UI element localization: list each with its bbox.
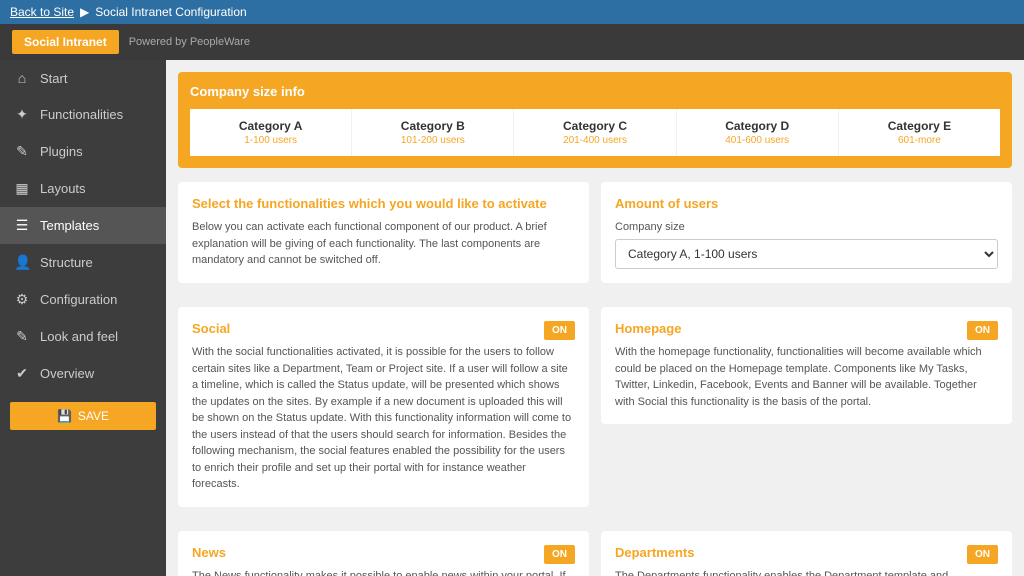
cat-range: 101-200 users [360, 135, 505, 146]
sidebar-item-look-feel[interactable]: ✎ Look and feel [0, 318, 166, 355]
feature-row-1: Social ON With the social functionalitie… [178, 307, 1012, 519]
cat-name: Category B [360, 119, 505, 133]
sidebar-item-plugins[interactable]: ✎ Plugins [0, 133, 166, 170]
amount-title: Amount of users [615, 196, 998, 211]
sidebar-item-overview[interactable]: ✔ Overview [0, 355, 166, 392]
homepage-panel: Homepage ON With the homepage functional… [601, 307, 1012, 424]
content-area: Company size info Category A1-100 usersC… [166, 60, 1024, 576]
company-size-label: Company size [615, 221, 998, 233]
company-cat-category-a[interactable]: Category A 1-100 users [190, 109, 352, 156]
company-cat-category-b[interactable]: Category B 101-200 users [352, 109, 514, 156]
sidebar-label-plugins: Plugins [40, 144, 83, 159]
sidebar: ⌂ Start ✦ Functionalities ✎ Plugins ▦ Layouts ☰ T… [0, 60, 166, 576]
save-icon: 💾 [57, 409, 72, 423]
layouts-icon: ▦ [14, 180, 30, 197]
sidebar-label-layouts: Layouts [40, 181, 86, 196]
sidebar-label-templates: Templates [40, 218, 99, 233]
save-label: SAVE [78, 409, 109, 423]
sidebar-label-configuration: Configuration [40, 292, 117, 307]
configuration-icon: ⚙ [14, 291, 30, 308]
company-cat-category-e[interactable]: Category E 601-more [839, 109, 1000, 156]
social-panel: Social ON With the social functionalitie… [178, 307, 589, 507]
sidebar-item-layouts[interactable]: ▦ Layouts [0, 170, 166, 207]
cat-range: 601-more [847, 135, 992, 146]
departments-title: Departments [615, 545, 998, 560]
powered-by-label: Powered by PeopleWare [129, 36, 250, 48]
sidebar-label-start: Start [40, 71, 67, 86]
company-cat-category-d[interactable]: Category D 401-600 users [677, 109, 839, 156]
company-size-select[interactable]: Category A, 1-100 usersCategory B, 101-2… [615, 239, 998, 269]
company-banner-title: Company size info [190, 84, 1000, 99]
feature-row-2: News ON The News functionality makes it … [178, 531, 1012, 576]
cat-name: Category E [847, 119, 992, 133]
select-panel-col: Select the functionalities which you wou… [178, 182, 589, 295]
functionalities-icon: ✦ [14, 106, 30, 123]
departments-toggle[interactable]: ON [967, 545, 998, 564]
homepage-title: Homepage [615, 321, 998, 336]
select-panel: Select the functionalities which you wou… [178, 182, 589, 283]
sidebar-item-configuration[interactable]: ⚙ Configuration [0, 281, 166, 318]
company-size-banner: Company size info Category A1-100 usersC… [178, 72, 1012, 168]
breadcrumb-separator: ▶ [80, 5, 89, 19]
logo-button[interactable]: Social Intranet [12, 30, 119, 54]
start-icon: ⌂ [14, 70, 30, 86]
social-col: Social ON With the social functionalitie… [178, 307, 589, 519]
departments-col: Departments ON The Departments functiona… [601, 531, 1012, 576]
cat-range: 201-400 users [522, 135, 667, 146]
homepage-desc: With the homepage functionality, functio… [615, 344, 998, 410]
news-col: News ON The News functionality makes it … [178, 531, 589, 576]
news-title: News [192, 545, 575, 560]
company-cat-category-c[interactable]: Category C 201-400 users [514, 109, 676, 156]
plugins-icon: ✎ [14, 143, 30, 160]
topbar: Back to Site ▶ Social Intranet Configura… [0, 0, 1024, 24]
cat-range: 401-600 users [685, 135, 830, 146]
sidebar-label-functionalities: Functionalities [40, 107, 123, 122]
homepage-col: Homepage ON With the homepage functional… [601, 307, 1012, 519]
company-categories: Category A 1-100 users Category B 101-200 u… [190, 109, 1000, 156]
templates-icon: ☰ [14, 217, 30, 234]
news-desc: The News functionality makes it possible… [192, 568, 575, 576]
sidebar-label-look-feel: Look and feel [40, 329, 118, 344]
save-button[interactable]: 💾 SAVE [10, 402, 156, 430]
social-toggle[interactable]: ON [544, 321, 575, 340]
cat-name: Category C [522, 119, 667, 133]
homepage-toggle[interactable]: ON [967, 321, 998, 340]
amount-panel: Amount of users Company size Category A,… [601, 182, 1012, 283]
select-panel-title: Select the functionalities which you wou… [192, 196, 575, 211]
sidebar-item-templates[interactable]: ☰ Templates [0, 207, 166, 244]
sidebar-item-functionalities[interactable]: ✦ Functionalities [0, 96, 166, 133]
news-toggle[interactable]: ON [544, 545, 575, 564]
top-two-col: Select the functionalities which you wou… [178, 182, 1012, 295]
departments-desc: The Departments functionality enables th… [615, 568, 998, 576]
amount-panel-col: Amount of users Company size Category A,… [601, 182, 1012, 295]
social-title: Social [192, 321, 575, 336]
sidebar-item-structure[interactable]: 👤 Structure [0, 244, 166, 281]
main-layout: ⌂ Start ✦ Functionalities ✎ Plugins ▦ Layouts ☰ T… [0, 60, 1024, 576]
departments-panel: Departments ON The Departments functiona… [601, 531, 1012, 576]
cat-name: Category A [198, 119, 343, 133]
back-to-site-link[interactable]: Back to Site [10, 5, 74, 19]
sidebar-label-overview: Overview [40, 366, 94, 381]
config-label: Social Intranet Configuration [95, 5, 246, 19]
social-desc: With the social functionalities activate… [192, 344, 575, 493]
sidebar-item-start[interactable]: ⌂ Start [0, 60, 166, 96]
news-panel: News ON The News functionality makes it … [178, 531, 589, 576]
look-feel-icon: ✎ [14, 328, 30, 345]
structure-icon: 👤 [14, 254, 30, 271]
header: Social Intranet Powered by PeopleWare [0, 24, 1024, 60]
sidebar-label-structure: Structure [40, 255, 93, 270]
select-panel-desc: Below you can activate each functional c… [192, 219, 575, 269]
overview-icon: ✔ [14, 365, 30, 382]
cat-range: 1-100 users [198, 135, 343, 146]
cat-name: Category D [685, 119, 830, 133]
